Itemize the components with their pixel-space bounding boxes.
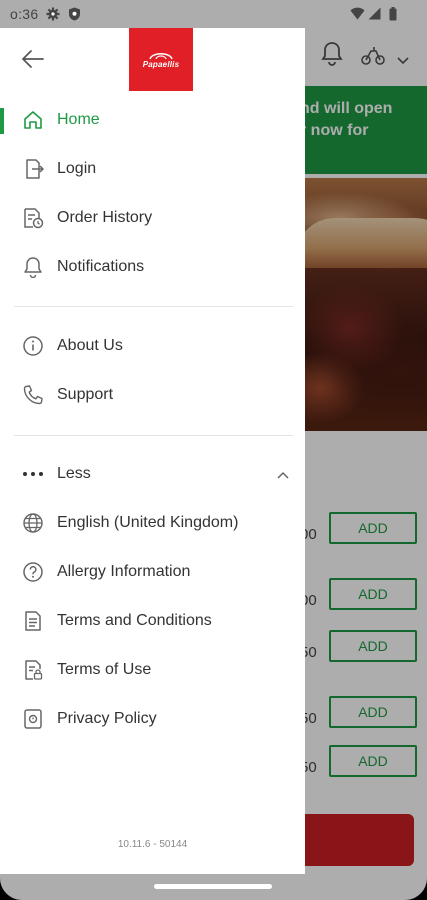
battery-icon: [389, 7, 397, 24]
gesture-bar[interactable]: [154, 884, 272, 889]
nav-label-language: English (United Kingdom): [57, 514, 239, 531]
nav-item-notifications[interactable]: Notifications: [0, 246, 305, 290]
nav-label-privacy-policy: Privacy Policy: [57, 710, 157, 727]
nav-item-login[interactable]: Login: [0, 148, 305, 192]
privacy-icon: [22, 708, 44, 730]
signal-icon: [368, 7, 381, 23]
nav-item-order-history[interactable]: Order History: [0, 197, 305, 241]
nav-label-support: Support: [57, 386, 114, 403]
document-icon: [22, 610, 44, 632]
phone-icon: [22, 384, 44, 406]
nav-item-allergy-information[interactable]: Allergy Information: [0, 551, 305, 595]
divider: [14, 306, 293, 307]
shield-icon: [68, 7, 81, 24]
document-lock-icon: [22, 659, 44, 681]
divider: [14, 435, 293, 436]
logo-emblem-icon: [149, 53, 173, 60]
bell-icon: [22, 256, 44, 278]
order-history-icon: [22, 207, 44, 229]
nav-item-home[interactable]: Home: [0, 99, 305, 143]
login-icon: [22, 158, 44, 180]
nav-item-support[interactable]: Support: [0, 374, 305, 418]
nav-label-order-history: Order History: [57, 209, 153, 226]
arrow-left-icon: [22, 50, 44, 68]
status-bar: o:36: [0, 0, 427, 28]
nav-label-about-us: About Us: [57, 337, 123, 354]
nav-label-terms-of-use: Terms of Use: [57, 661, 152, 678]
navigation-drawer: Papaellis Home Login Order History Notif…: [0, 28, 305, 874]
nav-label-allergy-information: Allergy Information: [57, 563, 191, 580]
wifi-icon: [350, 7, 365, 23]
brand-logo: Papaellis: [129, 28, 193, 91]
chevron-up-icon[interactable]: [274, 466, 292, 484]
nav-item-privacy-policy[interactable]: Privacy Policy: [0, 698, 305, 742]
info-icon: [22, 335, 44, 357]
nav-label-home: Home: [57, 111, 100, 128]
status-time: o:36: [10, 6, 39, 22]
nav-item-terms-and-conditions[interactable]: Terms and Conditions: [0, 600, 305, 644]
more-dots-icon: [22, 463, 44, 485]
nav-label-notifications: Notifications: [57, 258, 145, 275]
less-toggle-label: Less: [57, 465, 91, 482]
nav-item-language[interactable]: English (United Kingdom): [0, 502, 305, 546]
logo-wordmark: Papaellis: [142, 60, 180, 69]
nav-label-terms-and-conditions: Terms and Conditions: [57, 612, 212, 629]
back-button[interactable]: [16, 42, 50, 76]
question-icon: [22, 561, 44, 583]
app-version: 10.11.6 - 50144: [117, 839, 188, 850]
phone-screen: nd will open r now for 00 ADD 00 ADD 50 …: [0, 0, 427, 900]
home-icon: [22, 109, 44, 131]
nav-item-about-us[interactable]: About Us: [0, 325, 305, 369]
less-toggle[interactable]: Less: [0, 453, 305, 497]
settings-gear-icon: [46, 7, 60, 24]
globe-icon: [22, 512, 44, 534]
nav-label-login: Login: [57, 160, 97, 177]
nav-item-terms-of-use[interactable]: Terms of Use: [0, 649, 305, 693]
